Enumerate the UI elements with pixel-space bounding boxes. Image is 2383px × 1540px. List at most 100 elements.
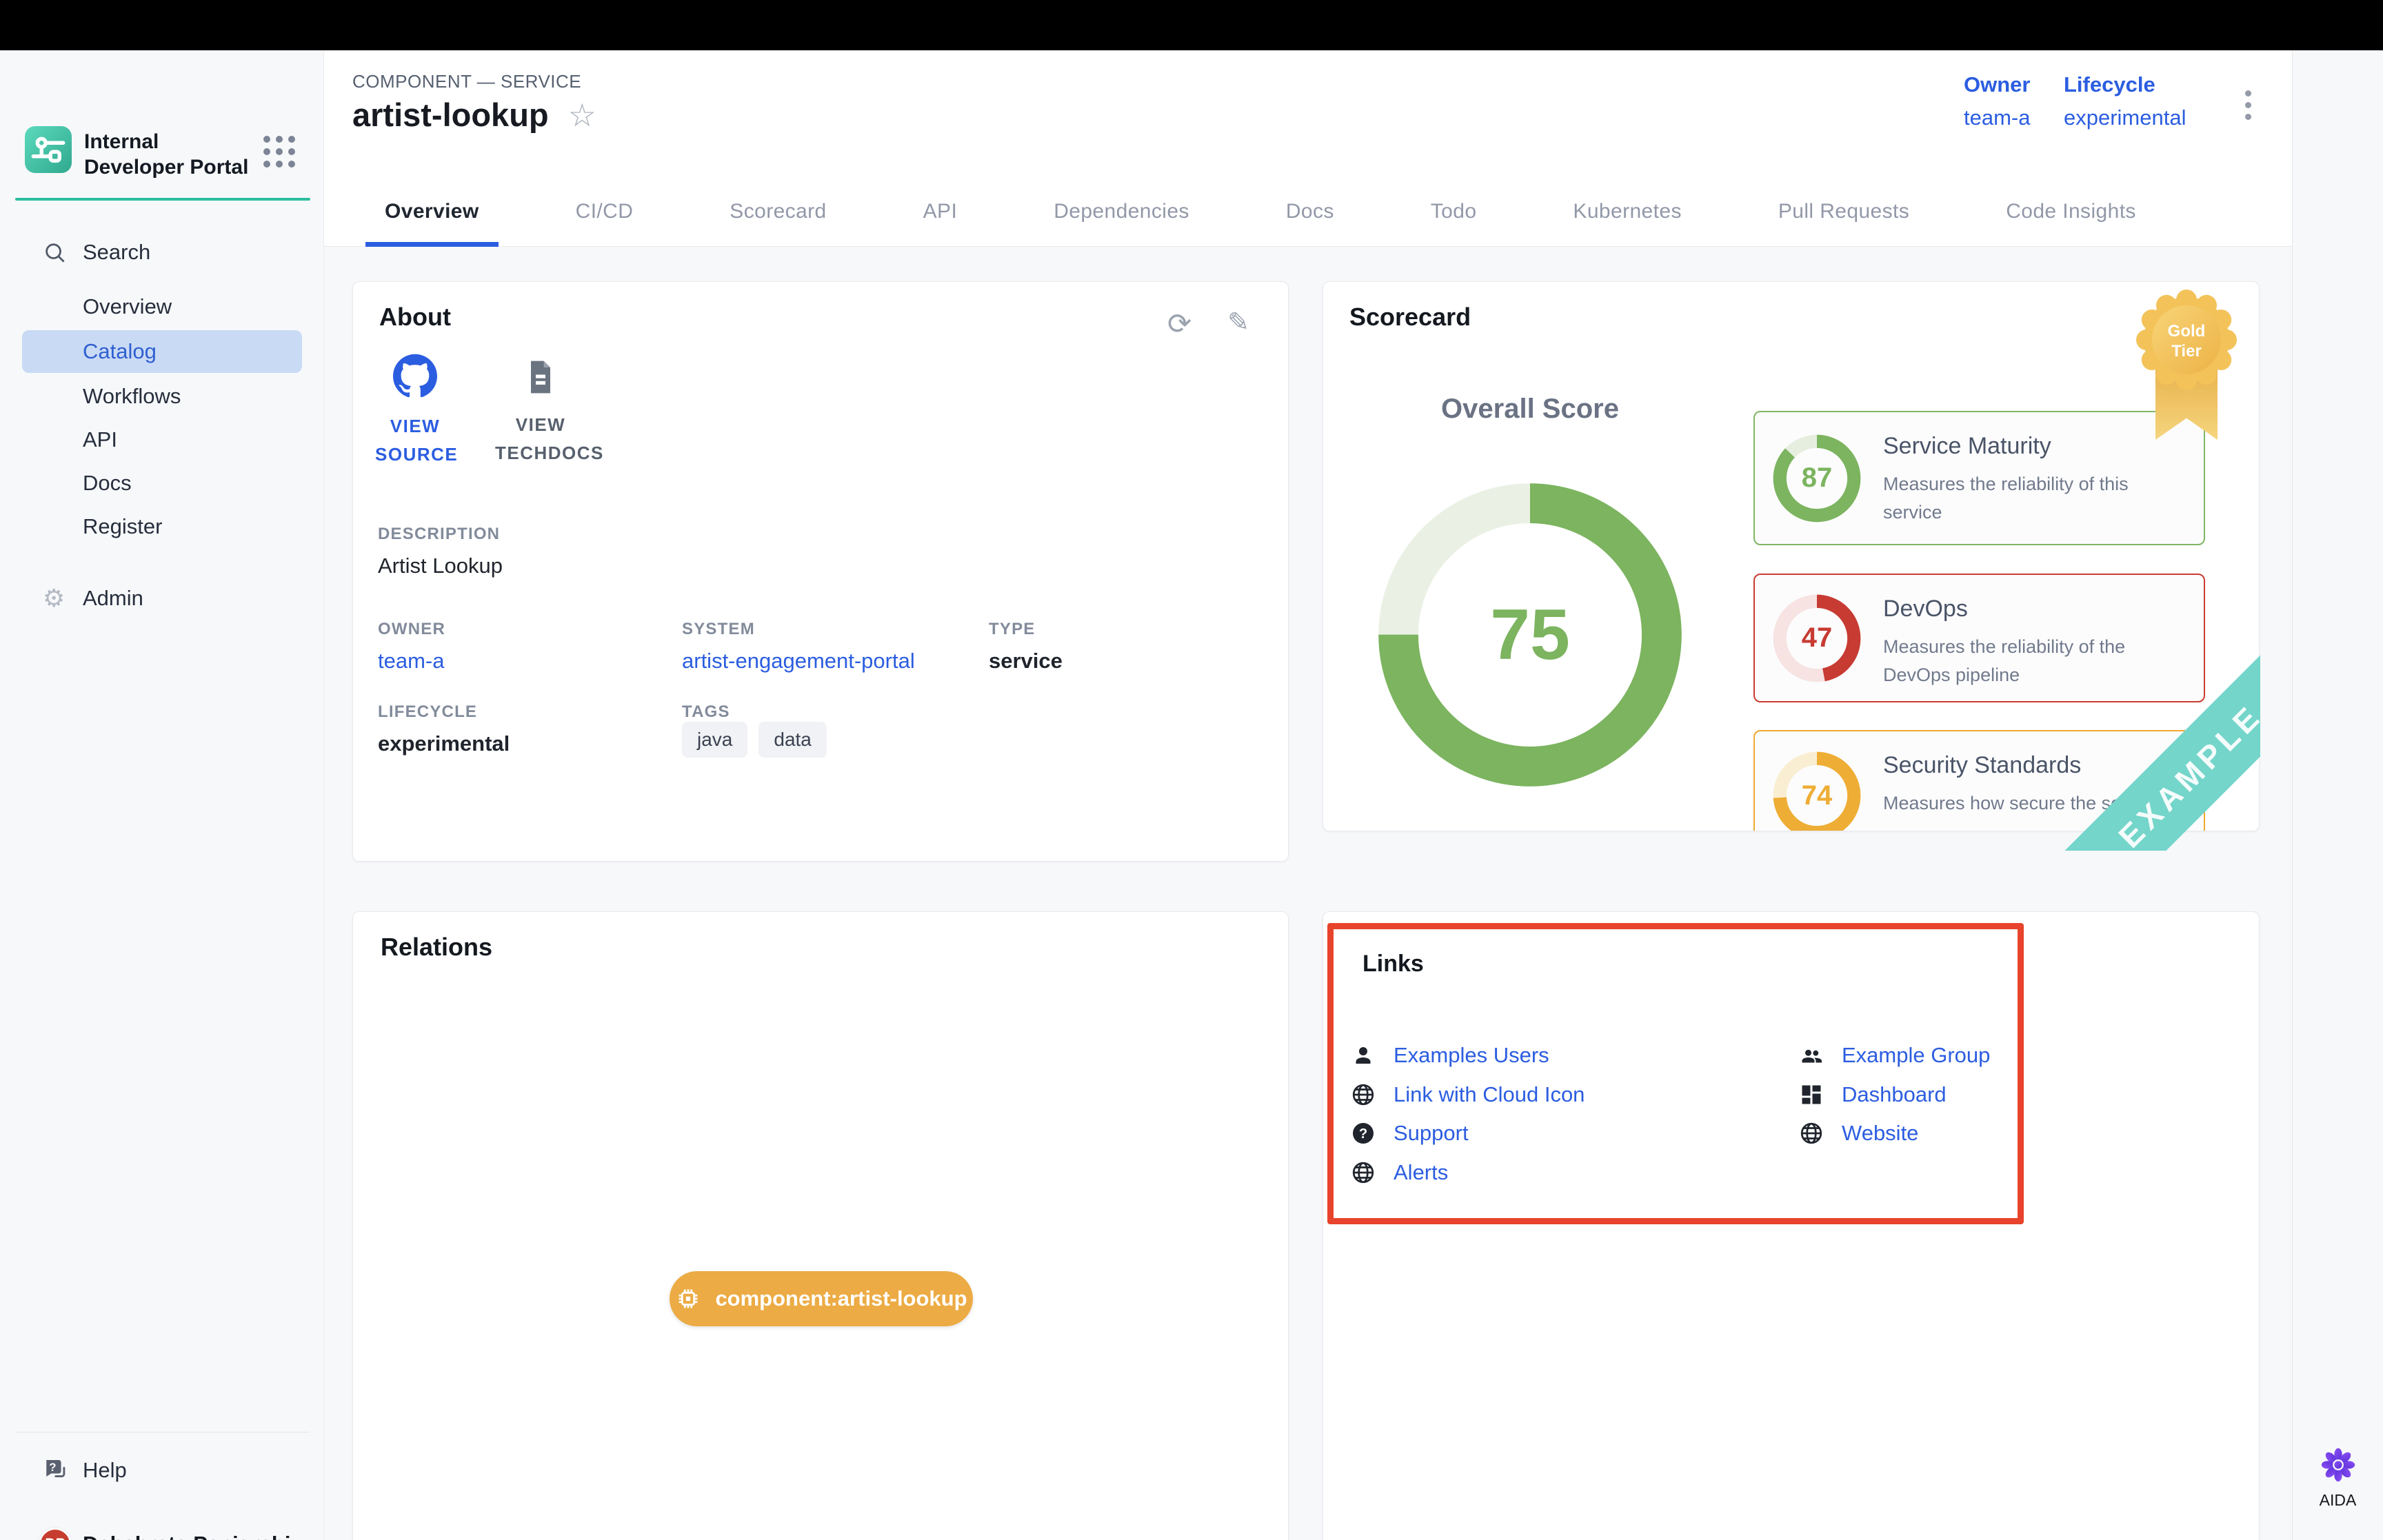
top-black-bar — [0, 0, 2383, 50]
relation-node-component[interactable]: component:artist-lookup — [670, 1271, 973, 1326]
links-title: Links — [1363, 951, 1424, 977]
link-website[interactable]: Website — [1799, 1121, 1918, 1146]
sidebar-item-docs[interactable]: Docs — [0, 462, 324, 505]
sidebar-item-help[interactable]: ? Help — [0, 1449, 324, 1492]
user-menu[interactable]: DP Debabrata Panigrahi — [0, 1513, 324, 1540]
description-value: Artist Lookup — [378, 554, 503, 578]
sidebar-item-overview[interactable]: Overview — [0, 285, 324, 328]
overall-score-gauge: 75 — [1377, 482, 1683, 788]
about-title: About — [379, 303, 451, 332]
globe-icon — [1351, 1160, 1376, 1185]
link-support[interactable]: ? Support — [1351, 1121, 1469, 1146]
search-label: Search — [83, 240, 150, 265]
search-icon — [43, 241, 66, 264]
svg-text:?: ? — [1359, 1126, 1367, 1142]
links-card: Links Examples Users Link with Cloud Ico… — [1323, 911, 2260, 1540]
sidebar: Internal Developer Portal Search Overvie… — [0, 50, 324, 1540]
tag-chip[interactable]: data — [758, 722, 827, 758]
workflow-logo-icon — [30, 132, 66, 168]
overall-score-label: Overall Score — [1406, 394, 1654, 425]
tab-overview[interactable]: Overview — [365, 181, 499, 247]
tab-code-insights[interactable]: Code Insights — [1987, 181, 2155, 247]
sidebar-item-catalog[interactable]: Catalog — [22, 330, 302, 373]
svg-text:Gold: Gold — [2168, 322, 2206, 341]
overall-score-value: 75 — [1377, 482, 1683, 788]
aida-flower-icon — [2320, 1446, 2357, 1483]
tab-bar: Overview CI/CD Scorecard API Dependencie… — [365, 181, 2155, 247]
globe-icon — [1351, 1082, 1376, 1107]
more-options-icon[interactable] — [2241, 86, 2255, 124]
tab-scorecard[interactable]: Scorecard — [710, 181, 845, 247]
description-label: DESCRIPTION — [378, 525, 500, 544]
sidebar-item-admin[interactable]: ⚙ Admin — [0, 577, 324, 620]
medal-icon: Gold Tier — [2135, 288, 2238, 392]
tab-pull-requests[interactable]: Pull Requests — [1759, 181, 1929, 247]
type-value: service — [989, 649, 1063, 673]
lifecycle-field-value: experimental — [378, 731, 510, 756]
gear-icon: ⚙ — [43, 584, 65, 613]
user-icon — [1351, 1043, 1376, 1068]
svg-text:Tier: Tier — [2171, 342, 2202, 361]
user-name: Debabrata Panigrahi — [83, 1532, 290, 1540]
score-gauge: 47 — [1773, 594, 1861, 682]
view-techdocs-button[interactable]: VIEWTECHDOCS — [495, 358, 586, 467]
tab-cicd[interactable]: CI/CD — [556, 181, 653, 247]
aida-label: AIDA — [2293, 1491, 2383, 1510]
dashboard-icon — [1799, 1082, 1824, 1107]
link-dashboard[interactable]: Dashboard — [1799, 1082, 1947, 1107]
app-logo[interactable] — [25, 126, 72, 173]
scorecard-title: Scorecard — [1349, 303, 1471, 332]
sidebar-item-register[interactable]: Register — [0, 505, 324, 548]
help-chat-icon: ? — [43, 1458, 68, 1483]
tag-chip[interactable]: java — [682, 722, 747, 758]
edit-pencil-icon[interactable]: ✎ — [1227, 310, 1249, 338]
system-link[interactable]: artist-engagement-portal — [682, 649, 915, 673]
score-gauge: 87 — [1773, 434, 1861, 523]
entity-header: COMPONENT — SERVICE artist-lookup ☆ Owne… — [324, 50, 2292, 247]
about-card: About ⟳ ✎ VIEWSOURCE VIEWTECHDOCS DESCRI… — [352, 281, 1289, 862]
refresh-icon[interactable]: ⟳ — [1167, 310, 1192, 338]
app-root: Internal Developer Portal Search Overvie… — [0, 0, 2383, 1540]
tab-todo[interactable]: Todo — [1411, 181, 1496, 247]
sidebar-item-workflows[interactable]: Workflows — [0, 375, 324, 418]
relations-card: Relations component:artist-lookup — [352, 911, 1289, 1540]
tab-dependencies[interactable]: Dependencies — [1034, 181, 1209, 247]
view-source-button[interactable]: VIEWSOURCE — [375, 354, 455, 469]
owner-value[interactable]: team-a — [1964, 105, 2030, 130]
link-examples-users[interactable]: Examples Users — [1351, 1043, 1549, 1068]
svg-text:?: ? — [49, 1461, 56, 1474]
tab-docs[interactable]: Docs — [1267, 181, 1354, 247]
avatar: DP — [39, 1528, 72, 1540]
tab-api[interactable]: API — [904, 181, 977, 247]
tab-kubernetes[interactable]: Kubernetes — [1554, 181, 1700, 247]
score-gauge: 74 — [1773, 751, 1861, 831]
right-gutter: AIDA — [2292, 50, 2383, 1540]
help-circle-icon: ? — [1351, 1121, 1376, 1146]
owner-meta[interactable]: Owner team-a — [1964, 72, 2030, 130]
chip-icon — [675, 1286, 701, 1312]
document-icon — [521, 358, 560, 396]
lifecycle-value: experimental — [2064, 105, 2186, 130]
group-icon — [1799, 1043, 1824, 1068]
apps-grid-icon[interactable] — [263, 136, 295, 168]
breadcrumb: COMPONENT — SERVICE — [352, 71, 581, 92]
link-cloud[interactable]: Link with Cloud Icon — [1351, 1082, 1585, 1107]
link-alerts[interactable]: Alerts — [1351, 1160, 1448, 1185]
owner-link[interactable]: team-a — [378, 649, 444, 673]
globe-icon — [1799, 1121, 1824, 1146]
github-icon — [393, 354, 437, 398]
favorite-star-icon[interactable]: ☆ — [568, 99, 596, 131]
score-item-security-standards[interactable]: 74 Security Standards Measures how secur… — [1753, 730, 2205, 831]
gold-tier-badge: Gold Tier — [2135, 288, 2238, 445]
sidebar-item-search[interactable]: Search — [0, 231, 324, 274]
page-title: artist-lookup — [352, 96, 549, 134]
link-example-group[interactable]: Example Group — [1799, 1043, 1990, 1068]
sidebar-accent-divider — [15, 198, 310, 201]
score-item-devops[interactable]: 47 DevOps Measures the reliability of th… — [1753, 574, 2205, 702]
app-title: Internal Developer Portal — [84, 129, 257, 180]
scorecard-card: Scorecard Overall Score 75 87 Service M — [1323, 281, 2260, 831]
aida-widget[interactable]: AIDA — [2293, 1446, 2383, 1510]
relations-title: Relations — [381, 933, 492, 962]
sidebar-item-api[interactable]: API — [0, 418, 324, 461]
lifecycle-meta: Lifecycle experimental — [2064, 72, 2186, 130]
